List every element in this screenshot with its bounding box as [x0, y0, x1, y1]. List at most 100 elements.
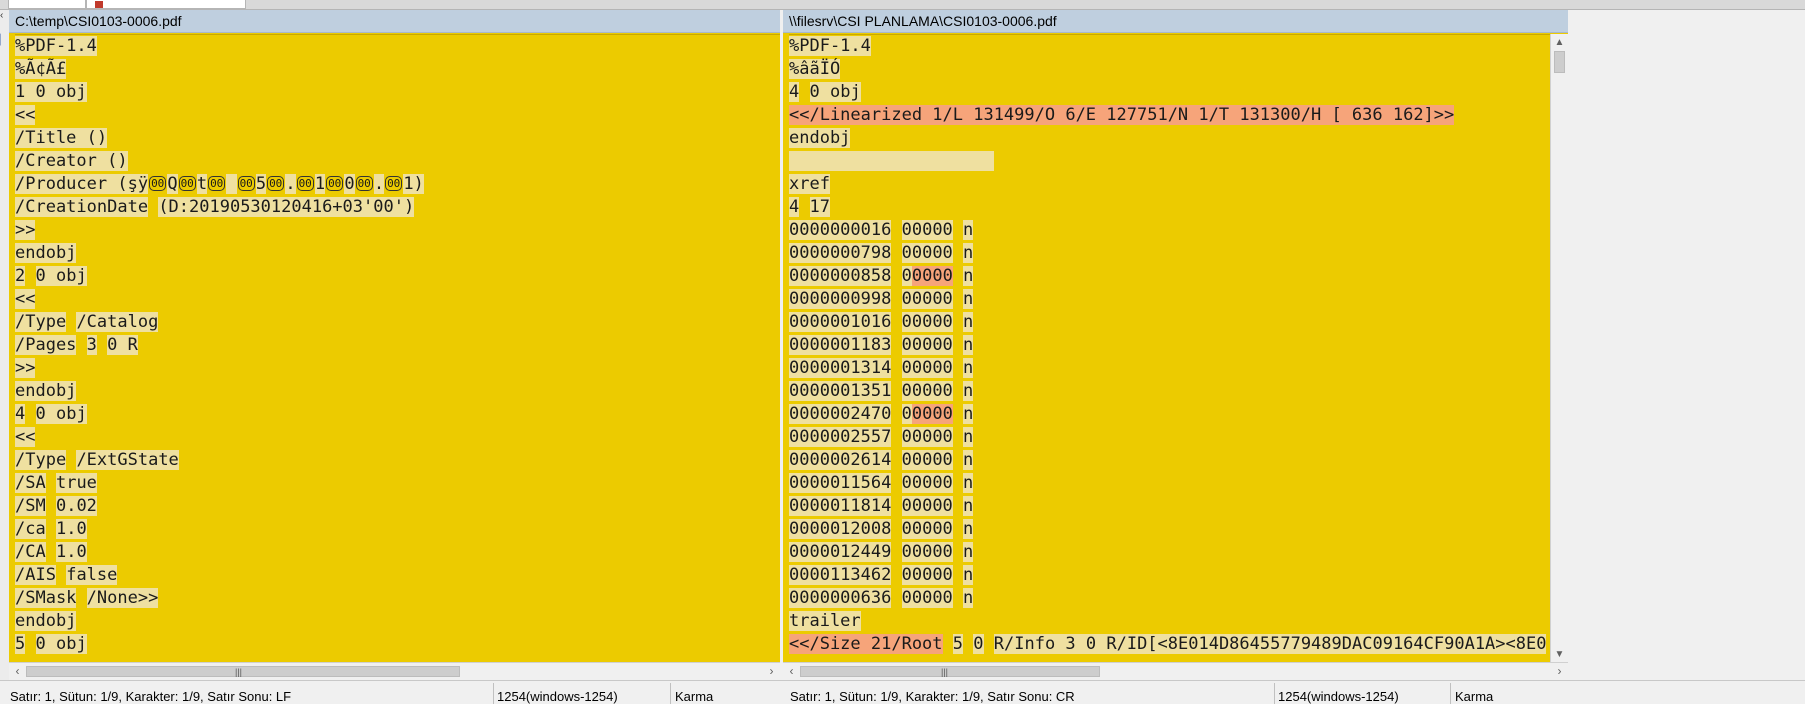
code-line[interactable]: 0000002614 00000 n: [789, 449, 1551, 472]
code-text: 0000001314: [789, 358, 892, 378]
code-line[interactable]: /Title (): [15, 127, 780, 150]
code-line[interactable]: /Pages 3 0 R: [15, 334, 780, 357]
code-text: /Type: [15, 450, 67, 470]
code-line[interactable]: 0000000998 00000 n: [789, 288, 1551, 311]
scroll-right-arrow-icon[interactable]: ›: [763, 663, 780, 680]
code-line[interactable]: 0000002470 00000 n: [789, 403, 1551, 426]
code-text: n: [963, 404, 974, 424]
code-text: n: [963, 381, 974, 401]
code-line[interactable]: >>: [15, 357, 780, 380]
scroll-left-arrow-icon[interactable]: ‹: [9, 663, 26, 680]
code-line[interactable]: /SA true: [15, 472, 780, 495]
code-line[interactable]: /SMask /None>>: [15, 587, 780, 610]
code-line[interactable]: endobj: [15, 610, 780, 633]
code-line[interactable]: <<: [15, 288, 780, 311]
code-line[interactable]: 4 17: [789, 196, 1551, 219]
code-line[interactable]: >>: [15, 219, 780, 242]
code-line[interactable]: 0000000016 00000 n: [789, 219, 1551, 242]
code-line[interactable]: 0000001016 00000 n: [789, 311, 1551, 334]
scroll-left-arrow-icon[interactable]: ‹: [783, 663, 800, 680]
code-line[interactable]: %Ã¢Ã£: [15, 58, 780, 81]
right-vertical-scrollbar[interactable]: ▲ ▼: [1550, 34, 1568, 663]
code-line[interactable]: /AIS false: [15, 564, 780, 587]
code-line[interactable]: 0000001351 00000 n: [789, 380, 1551, 403]
left-code-view[interactable]: %PDF-1.4 %Ã¢Ã£ 1 0 obj << /Title () /Creator …: [15, 34, 780, 663]
code-line[interactable]: /Type /ExtGState: [15, 449, 780, 472]
code-line[interactable]: 0000011564 00000 n: [789, 472, 1551, 495]
code-line[interactable]: trailer: [789, 610, 1551, 633]
tab-active[interactable]: [86, 0, 246, 9]
code-line[interactable]: 0000113462 00000 n: [789, 564, 1551, 587]
code-line[interactable]: [789, 150, 1551, 173]
tab-previous[interactable]: [8, 0, 86, 9]
code-line[interactable]: endobj: [789, 127, 1551, 150]
code-text: n: [963, 496, 974, 516]
code-text: [789, 151, 994, 171]
code-line[interactable]: endobj: [15, 380, 780, 403]
code-text: >>: [15, 220, 36, 240]
scrollbar-thumb[interactable]: |||: [26, 666, 460, 677]
right-encoding[interactable]: 1254(windows-1254): [1278, 681, 1399, 704]
code-line[interactable]: /CreationDate (D:20190530120416+03'00'): [15, 196, 780, 219]
code-line[interactable]: endobj: [15, 242, 780, 265]
code-line[interactable]: /ca 1.0: [15, 518, 780, 541]
code-line[interactable]: <<: [15, 426, 780, 449]
code-text: /Catalog: [76, 312, 159, 332]
code-line[interactable]: <</Linearized 1/L 131499/O 6/E 127751/N …: [789, 104, 1551, 127]
code-line[interactable]: /SM 0.02: [15, 495, 780, 518]
scroll-up-arrow-icon[interactable]: ▲: [1551, 34, 1568, 51]
code-line[interactable]: 2 0 obj: [15, 265, 780, 288]
left-compare-pane[interactable]: C:\temp\CSI0103-0006.pdf %PDF-1.4 %Ã¢Ã£ 1 …: [9, 10, 780, 680]
code-line[interactable]: 0000001183 00000 n: [789, 334, 1551, 357]
code-line[interactable]: /Type /Catalog: [15, 311, 780, 334]
right-compare-pane[interactable]: \\filesrv\CSI PLANLAMA\CSI0103-0006.pdf …: [783, 10, 1568, 680]
code-line[interactable]: %âãÏÓ: [789, 58, 1551, 81]
code-line[interactable]: xref: [789, 173, 1551, 196]
scrollbar-thumb[interactable]: |||: [800, 666, 1100, 677]
code-line[interactable]: 0000011814 00000 n: [789, 495, 1551, 518]
code-line[interactable]: <<: [15, 104, 780, 127]
left-line-ending-mode[interactable]: Karma: [675, 681, 713, 704]
left-horizontal-scrollbar[interactable]: ‹ ||| ›: [9, 662, 780, 680]
code-line[interactable]: %PDF-1.4: [789, 34, 1551, 58]
code-line[interactable]: 4 0 obj: [789, 81, 1551, 104]
code-text: 00000: [901, 335, 953, 355]
code-line[interactable]: <</Size 21/Root 5 0 R/Info 3 0 R/ID[<8E0…: [789, 633, 1551, 656]
code-line[interactable]: 0000012008 00000 n: [789, 518, 1551, 541]
right-line-ending-mode[interactable]: Karma: [1455, 681, 1493, 704]
code-text: 0 obj: [809, 82, 861, 102]
chevron-left-icon[interactable]: ‹: [0, 11, 3, 21]
vertical-scrollbar-thumb[interactable]: [1554, 51, 1565, 73]
code-line[interactable]: 0000012449 00000 n: [789, 541, 1551, 564]
code-line[interactable]: /Producer (şÿ 00 Q 00 t 00 00 5 00. 00 1 00 0 00. 00 1…: [15, 173, 780, 196]
code-line[interactable]: 0000000858 00000 n: [789, 265, 1551, 288]
left-encoding[interactable]: 1254(windows-1254): [497, 681, 618, 704]
status-bar: Satır: 1, Sütun: 1/9, Karakter: 1/9, Sat…: [0, 680, 1805, 704]
code-line[interactable]: 0000000798 00000 n: [789, 242, 1551, 265]
code-line[interactable]: 1 0 obj: [15, 81, 780, 104]
code-line[interactable]: 0000002557 00000 n: [789, 426, 1551, 449]
code-line[interactable]: %PDF-1.4: [15, 34, 780, 58]
code-line[interactable]: /CA 1.0: [15, 541, 780, 564]
scroll-right-arrow-icon[interactable]: ›: [1551, 663, 1568, 680]
code-line[interactable]: 5 0 obj: [15, 633, 780, 656]
pdf-file-icon: [95, 1, 103, 8]
code-line[interactable]: 0000000636 00000 n: [789, 587, 1551, 610]
right-code-view[interactable]: %PDF-1.4 %âãÏÓ 4 0 obj <</Linearized 1/L 13…: [789, 34, 1551, 663]
code-line[interactable]: 4 0 obj: [15, 403, 780, 426]
right-horizontal-scrollbar[interactable]: ‹ ||| ›: [783, 662, 1568, 680]
control-char-glyph: 00: [385, 176, 403, 191]
code-line[interactable]: 0000001314 00000 n: [789, 357, 1551, 380]
code-line[interactable]: /Creator (): [15, 150, 780, 173]
scroll-down-arrow-icon[interactable]: ▼: [1551, 646, 1568, 663]
